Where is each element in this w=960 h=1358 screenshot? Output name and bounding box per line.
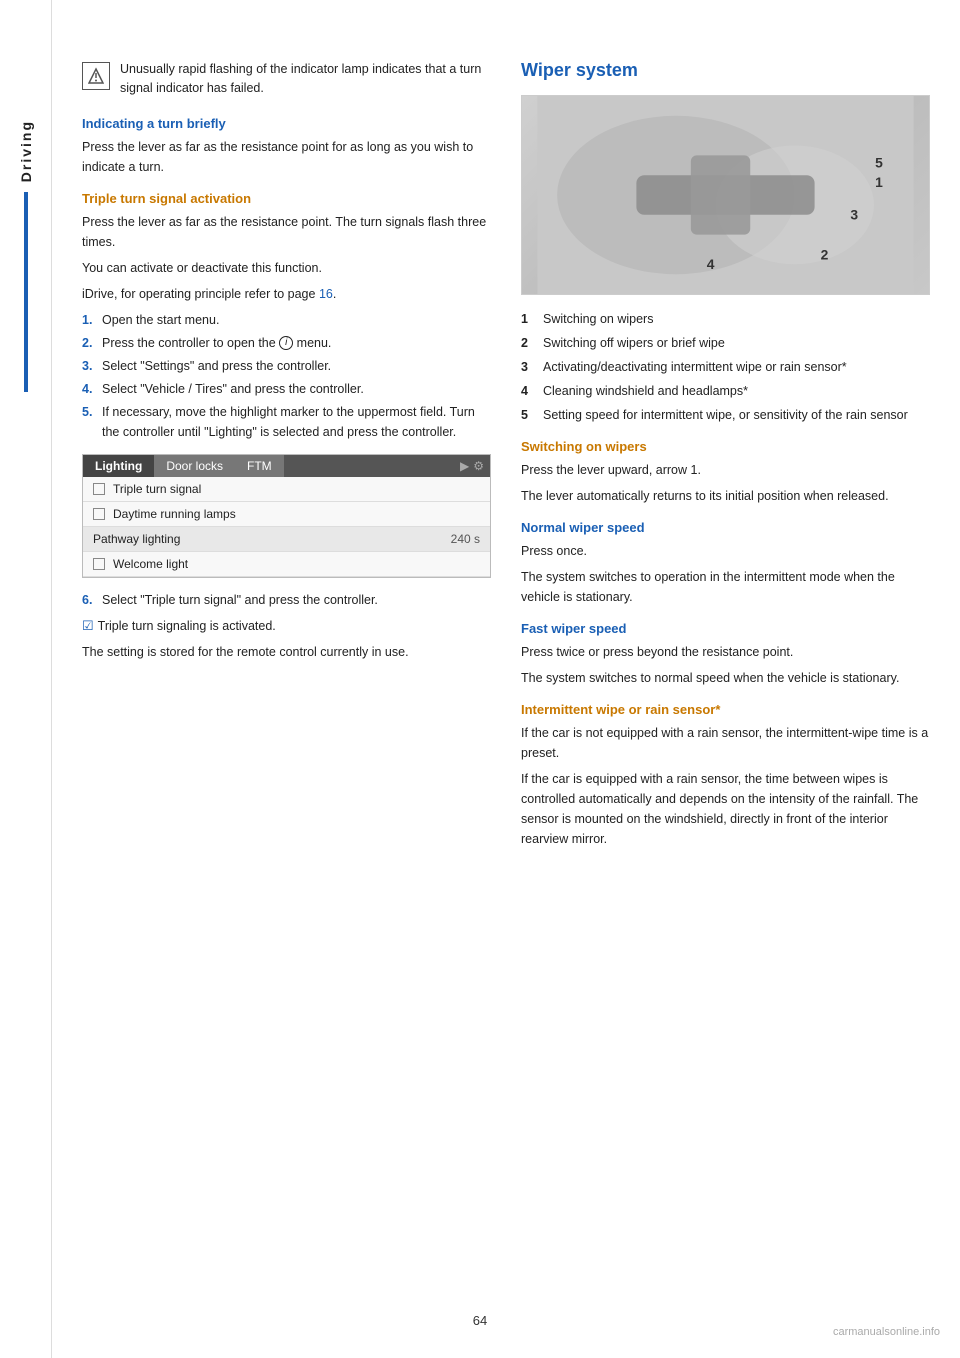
- section1-heading: Indicating a turn briefly: [82, 116, 491, 131]
- play-icon: ▶: [460, 459, 469, 473]
- gear-icon: ⚙: [473, 459, 484, 473]
- checkbox-welcome: [93, 558, 105, 570]
- sidebar: Driving: [0, 0, 52, 1358]
- checkbox-triple: [93, 483, 105, 495]
- pathway-label: Pathway lighting: [93, 532, 451, 546]
- triangle-icon: [88, 67, 104, 85]
- svg-text:2: 2: [821, 246, 829, 262]
- menu-screenshot: Lighting Door locks FTM ▶ ⚙ Triple turn …: [82, 454, 491, 578]
- svg-text:1: 1: [875, 174, 883, 190]
- wiper-image: 5 1 3 2 4: [521, 95, 930, 295]
- intermittent-text2: If the car is equipped with a rain senso…: [521, 769, 930, 849]
- tab-ftm: FTM: [235, 455, 284, 477]
- intermittent-heading: Intermittent wipe or rain sensor*: [521, 702, 930, 717]
- wiper-svg: 5 1 3 2 4: [522, 96, 929, 294]
- step6-text: Select "Triple turn signal" and press th…: [102, 590, 378, 610]
- step-1: 1. Open the start menu.: [82, 310, 491, 330]
- menu-row-daytime: Daytime running lamps: [83, 502, 490, 527]
- intermittent-text1: If the car is not equipped with a rain s…: [521, 723, 930, 763]
- section2-heading: Triple turn signal activation: [82, 191, 491, 206]
- feature-5: 5 Setting speed for intermittent wipe, o…: [521, 405, 930, 425]
- section2-text3: iDrive, for operating principle refer to…: [82, 284, 491, 304]
- menu-row-pathway: Pathway lighting 240 s: [83, 527, 490, 552]
- svg-text:3: 3: [850, 207, 858, 223]
- menu-tabs: Lighting Door locks FTM ▶ ⚙: [83, 455, 490, 477]
- triple-label: Triple turn signal: [113, 482, 480, 496]
- tab-doorlocks: Door locks: [154, 455, 235, 477]
- normal-speed-text1: Press once.: [521, 541, 930, 561]
- tab-icons: ▶ ⚙: [454, 455, 490, 477]
- step-5: 5. If necessary, move the highlight mark…: [82, 402, 491, 442]
- i-icon: i: [279, 336, 293, 350]
- switching-on-text2: The lever automatically returns to its i…: [521, 486, 930, 506]
- welcome-label: Welcome light: [113, 557, 480, 571]
- feature-list: 1 Switching on wipers 2 Switching off wi…: [521, 309, 930, 425]
- watermark: carmanualsonline.info: [833, 1326, 940, 1338]
- svg-text:5: 5: [875, 154, 883, 170]
- normal-speed-heading: Normal wiper speed: [521, 520, 930, 535]
- feature-1: 1 Switching on wipers: [521, 309, 930, 329]
- section2-text2: You can activate or deactivate this func…: [82, 258, 491, 278]
- left-column: Unusually rapid flashing of the indicato…: [82, 60, 491, 1318]
- sidebar-label: Driving: [18, 120, 34, 182]
- step-6: 6. Select "Triple turn signal" and press…: [82, 590, 491, 610]
- pathway-value: 240 s: [451, 532, 480, 546]
- section1-text: Press the lever as far as the resistance…: [82, 137, 491, 177]
- page-container: Driving Unusually rapid flashing of the …: [0, 0, 960, 1358]
- closing-text: The setting is stored for the remote con…: [82, 642, 491, 662]
- sidebar-bar: [24, 192, 28, 392]
- fast-speed-text2: The system switches to normal speed when…: [521, 668, 930, 688]
- menu-row-triple: Triple turn signal: [83, 477, 490, 502]
- menu-row-welcome: Welcome light: [83, 552, 490, 577]
- wiper-diagram: 5 1 3 2 4: [522, 96, 929, 294]
- fast-speed-text1: Press twice or press beyond the resistan…: [521, 642, 930, 662]
- switching-on-heading: Switching on wipers: [521, 439, 930, 454]
- confirmed-text: ☑ Triple turn signaling is activated.: [82, 618, 491, 634]
- checkmark-icon: ☑: [82, 618, 94, 634]
- notice-icon: [82, 62, 110, 90]
- feature-2: 2 Switching off wipers or brief wipe: [521, 333, 930, 353]
- feature-3: 3 Activating/deactivating intermittent w…: [521, 357, 930, 377]
- normal-speed-text2: The system switches to operation in the …: [521, 567, 930, 607]
- switching-on-text1: Press the lever upward, arrow 1.: [521, 460, 930, 480]
- feature-4: 4 Cleaning windshield and headlamps*: [521, 381, 930, 401]
- fast-speed-heading: Fast wiper speed: [521, 621, 930, 636]
- right-column: Wiper system 5 1: [521, 60, 930, 1318]
- page-number: 64: [473, 1313, 487, 1328]
- checkbox-daytime: [93, 508, 105, 520]
- notice-box: Unusually rapid flashing of the indicato…: [82, 60, 491, 98]
- step-2: 2. Press the controller to open the i me…: [82, 333, 491, 353]
- main-content: Unusually rapid flashing of the indicato…: [52, 0, 960, 1358]
- tab-lighting: Lighting: [83, 455, 154, 477]
- step6-list: 6. Select "Triple turn signal" and press…: [82, 590, 491, 610]
- step-3: 3. Select "Settings" and press the contr…: [82, 356, 491, 376]
- notice-text: Unusually rapid flashing of the indicato…: [120, 60, 491, 98]
- svg-text:4: 4: [707, 256, 715, 272]
- section2-text1: Press the lever as far as the resistance…: [82, 212, 491, 252]
- steps-list: 1. Open the start menu. 2. Press the con…: [82, 310, 491, 442]
- wiper-heading: Wiper system: [521, 60, 930, 81]
- step-4: 4. Select "Vehicle / Tires" and press th…: [82, 379, 491, 399]
- daytime-label: Daytime running lamps: [113, 507, 480, 521]
